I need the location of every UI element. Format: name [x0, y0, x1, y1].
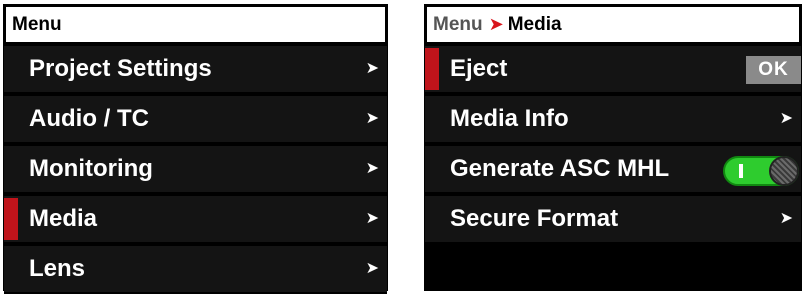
breadcrumb: Menu ➤ Media: [425, 5, 801, 44]
menu-item-lens[interactable]: Lens ➤: [4, 246, 387, 294]
selection-indicator: [4, 198, 18, 240]
menu-item-label: Monitoring: [29, 155, 153, 182]
menu-item-label: Lens: [29, 255, 86, 282]
media-list: Eject OK Media Info ➤ Generate ASC MHL S…: [425, 46, 801, 290]
chevron-right-icon: ➤: [365, 260, 379, 277]
toggle-knob: [769, 156, 799, 186]
selection-indicator: [425, 48, 439, 90]
menu-item-monitoring[interactable]: Monitoring ➤: [4, 146, 387, 194]
generate-asc-mhl-toggle[interactable]: [723, 156, 799, 186]
menu-item-label: Media Info: [450, 105, 569, 132]
menu-item-label: Audio / TC: [29, 105, 149, 132]
chevron-right-icon: ➤: [779, 110, 793, 127]
toggle-on-icon: [739, 164, 743, 178]
menu-header: Menu: [4, 5, 387, 44]
breadcrumb-parent[interactable]: Menu: [433, 14, 483, 36]
eject-ok-button[interactable]: OK: [746, 56, 801, 84]
chevron-right-icon: ➤: [365, 60, 379, 77]
menu-item-label: Project Settings: [29, 55, 212, 82]
menu-list: Project Settings ➤ Audio / TC ➤ Monitori…: [4, 46, 387, 294]
menu-item-secure-format[interactable]: Secure Format ➤: [425, 196, 801, 244]
menu-item-generate-asc-mhl[interactable]: Generate ASC MHL: [425, 146, 801, 194]
chevron-right-icon: ➤: [779, 210, 793, 227]
menu-item-label: Secure Format: [450, 205, 619, 232]
menu-item-media-info[interactable]: Media Info ➤: [425, 96, 801, 144]
media-panel: Menu ➤ Media Eject OK Media Info ➤ Gener…: [424, 4, 802, 291]
menu-title: Menu: [12, 13, 62, 35]
menu-item-media[interactable]: Media ➤: [4, 196, 387, 244]
menu-panel: Menu Project Settings ➤ Audio / TC ➤ Mon…: [3, 4, 388, 294]
chevron-right-icon: ➤: [365, 160, 379, 177]
menu-item-project-settings[interactable]: Project Settings ➤: [4, 46, 387, 94]
empty-area: [425, 244, 801, 290]
chevron-right-icon: ➤: [365, 110, 379, 127]
chevron-right-icon: ➤: [365, 210, 379, 227]
menu-item-eject[interactable]: Eject OK: [425, 46, 801, 94]
menu-item-audio-tc[interactable]: Audio / TC ➤: [4, 96, 387, 144]
menu-item-label: Media: [29, 205, 98, 232]
breadcrumb-separator-icon: ➤: [488, 14, 504, 34]
breadcrumb-current: Media: [507, 13, 562, 35]
